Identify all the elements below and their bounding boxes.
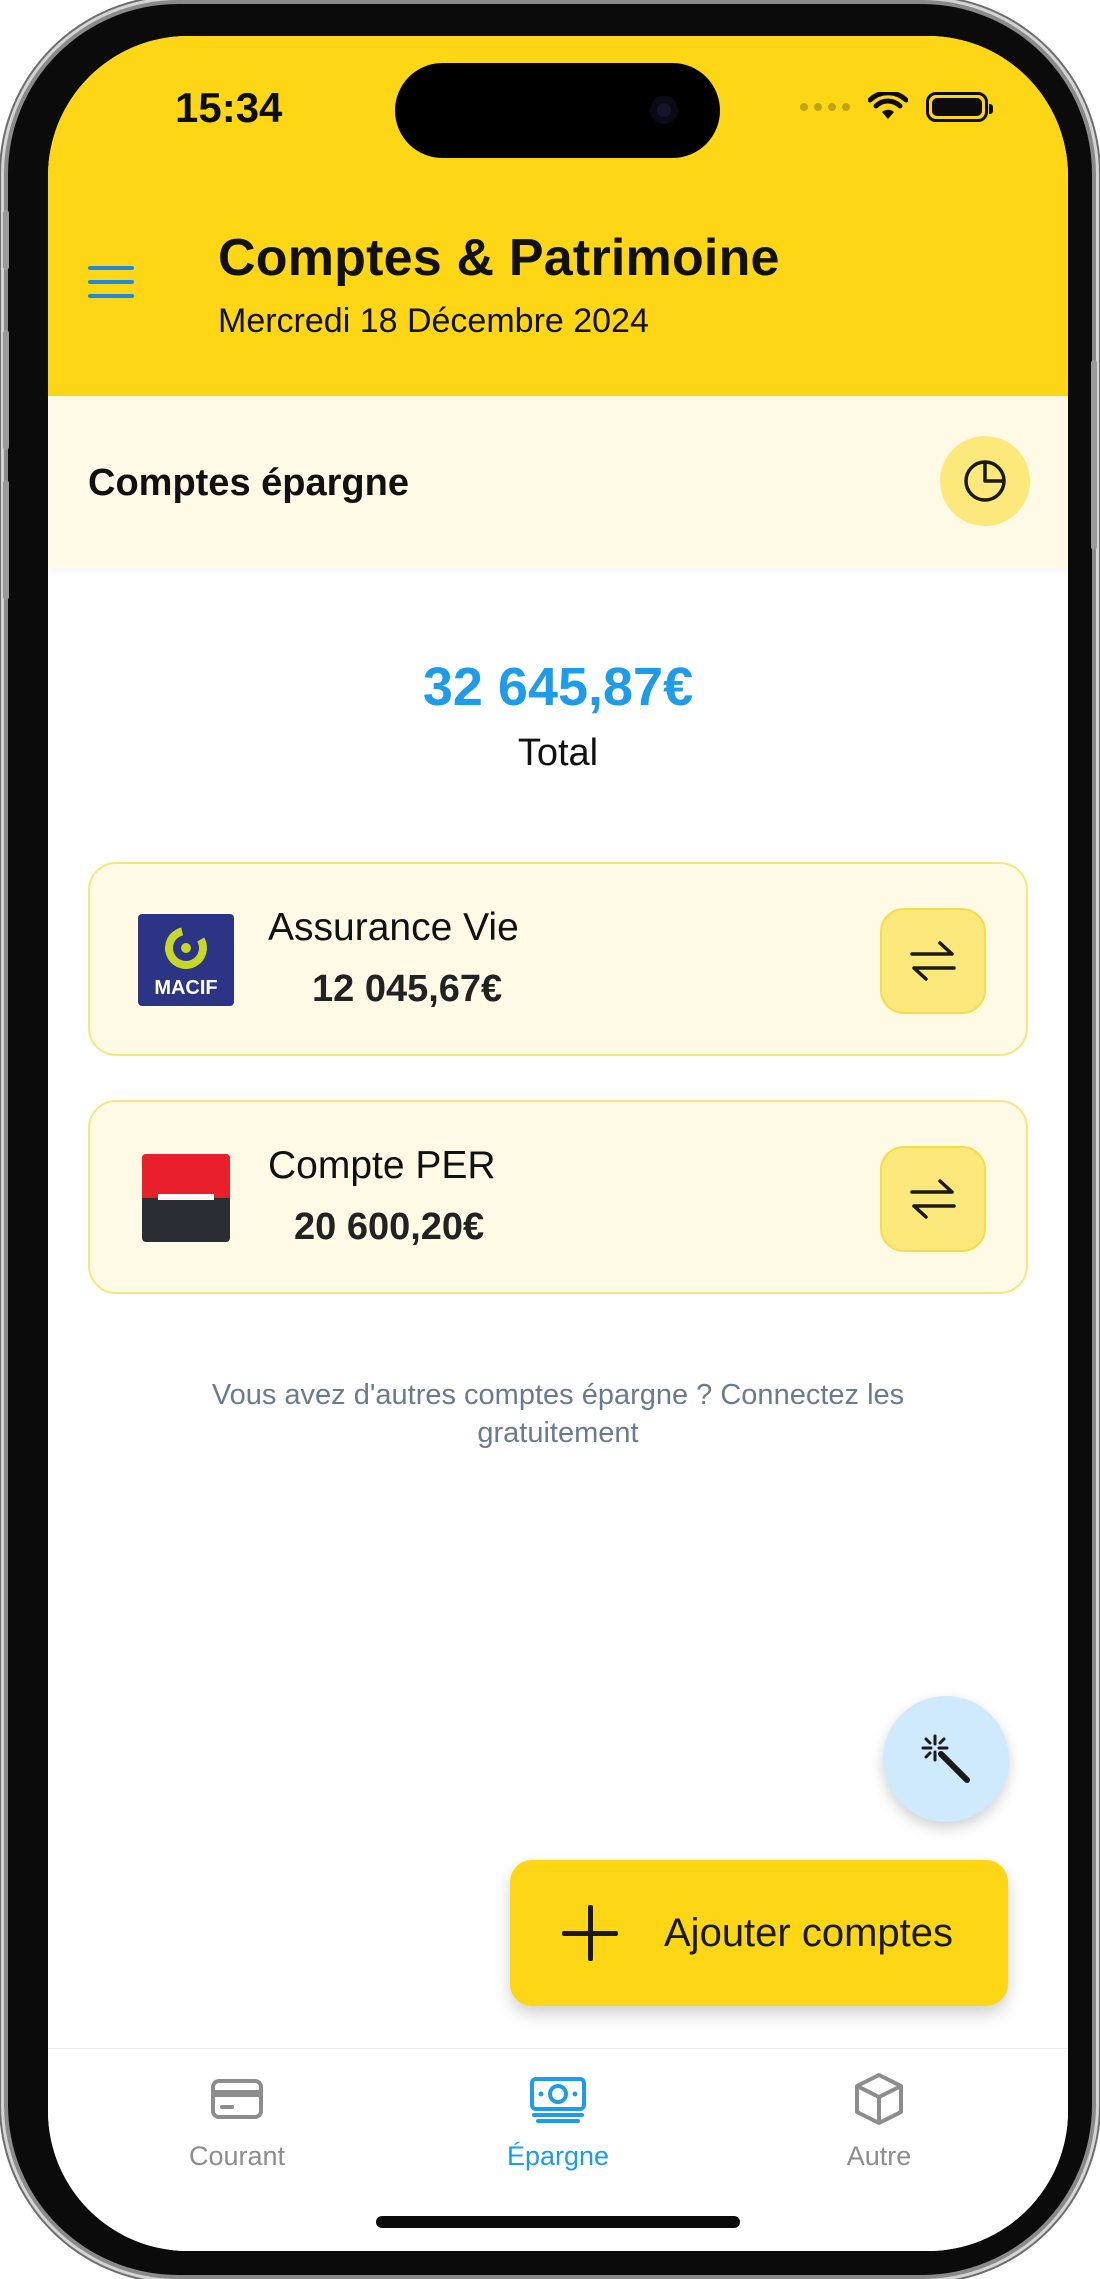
plus-icon	[562, 1905, 618, 1961]
tab-label: Courant	[188, 2141, 286, 2171]
section-title: Comptes épargne	[88, 462, 409, 504]
transfer-arrows-icon	[910, 941, 956, 981]
tab-epargne[interactable]: Épargne	[438, 2071, 678, 2172]
dynamic-island	[395, 63, 720, 158]
volume-up-button	[3, 330, 9, 450]
battery-icon	[926, 92, 993, 122]
page-date: Mercredi 18 Décembre 2024	[218, 302, 649, 340]
action-button	[3, 210, 9, 270]
status-time: 15:34	[175, 84, 283, 131]
macif-logo: MACIF	[138, 914, 234, 1006]
volume-down-button	[3, 480, 9, 600]
chart-button[interactable]	[940, 436, 1030, 526]
status-icons	[800, 92, 993, 122]
credit-card-icon	[211, 2079, 263, 2119]
account-card-assurance-vie[interactable]: MACIF Assurance Vie 12 045,67€	[88, 862, 1028, 1056]
power-button	[1091, 360, 1097, 550]
wifi-icon	[868, 92, 908, 119]
transfer-button[interactable]	[880, 908, 986, 1014]
signal-icon	[800, 103, 850, 111]
hamburger-menu-icon	[88, 266, 134, 270]
account-amount: 12 045,67€	[312, 968, 503, 1010]
tab-label: Autre	[846, 2141, 912, 2171]
account-name: Assurance Vie	[268, 906, 519, 949]
pie-chart-icon	[964, 460, 1006, 502]
section-header: Comptes épargne	[48, 396, 1068, 568]
tab-courant[interactable]: Courant	[117, 2071, 357, 2172]
cube-icon	[855, 2073, 903, 2125]
cash-icon	[530, 2077, 586, 2123]
tab-label: Épargne	[506, 2141, 610, 2171]
magic-wand-icon	[921, 1734, 970, 1783]
page-title: Comptes & Patrimoine	[218, 229, 780, 287]
add-accounts-label: Ajouter comptes	[664, 1910, 954, 1955]
phone-frame: 15:34 Comptes & Patrimoine Mercredi 18 D…	[8, 4, 1092, 2275]
app-header: 15:34 Comptes & Patrimoine Mercredi 18 D…	[48, 36, 1068, 396]
transfer-arrows-icon	[910, 1179, 956, 1219]
total-amount: 32 645,87€	[422, 657, 694, 717]
transfer-button[interactable]	[880, 1146, 986, 1252]
add-accounts-button[interactable]: Ajouter comptes	[510, 1860, 1008, 2006]
home-indicator[interactable]	[376, 2216, 740, 2228]
societe-generale-logo	[142, 1154, 230, 1242]
account-amount: 20 600,20€	[294, 1206, 485, 1248]
account-card-compte-per[interactable]: Compte PER 20 600,20€	[88, 1100, 1028, 1294]
camera-icon	[650, 96, 678, 124]
account-name: Compte PER	[268, 1144, 496, 1187]
total-label: Total	[517, 732, 599, 774]
svg-text:MACIF: MACIF	[154, 977, 217, 999]
magic-button[interactable]	[883, 1696, 1009, 1822]
tab-autre[interactable]: Autre	[759, 2071, 999, 2172]
connect-accounts-hint[interactable]: Vous avez d'autres comptes épargne ? Con…	[138, 1376, 978, 1452]
app-screen: 15:34 Comptes & Patrimoine Mercredi 18 D…	[48, 36, 1068, 2251]
menu-button[interactable]	[88, 266, 138, 306]
